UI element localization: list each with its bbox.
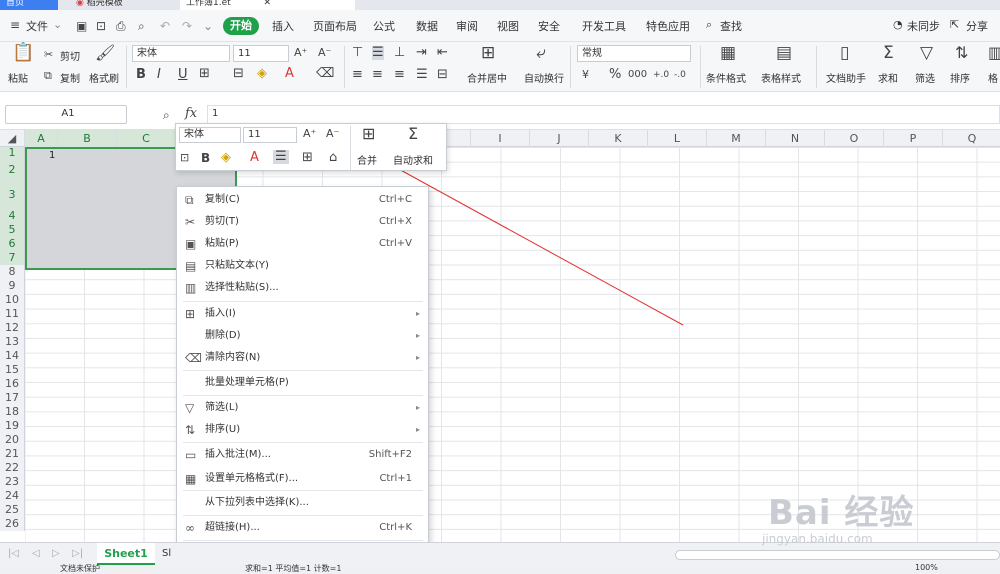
context-item-9[interactable]: ▽ 筛选(L) ▸ [177, 397, 428, 419]
mini-grow-icon[interactable]: A⁺ [303, 127, 316, 141]
submenu-arrow-icon: ▸ [415, 331, 420, 340]
menu-separator [183, 370, 423, 371]
last-sheet-icon[interactable]: ▷| [72, 547, 83, 561]
mini-merge-icon[interactable]: ⊞ [362, 126, 375, 142]
submenu-arrow-icon: ▸ [415, 403, 420, 412]
sheet-tab-next[interactable]: Sl [162, 548, 171, 559]
sort-icon: ⇅ [185, 423, 196, 437]
link-icon: ∞ [185, 521, 195, 535]
context-item-label: 清除内容(N) [205, 352, 261, 363]
shortcut-label: Shift+F2 [368, 449, 412, 460]
paste-icon: ▣ [185, 237, 197, 251]
stats-status: 求和=1 平均值=1 计数=1 [245, 564, 342, 573]
eraser-icon: ⌫ [185, 351, 202, 365]
shortcut-label: Ctrl+C [378, 194, 412, 205]
prev-sheet-icon[interactable]: ◁ [32, 547, 40, 561]
arrow-line [385, 161, 684, 326]
mini-border-icon[interactable]: ⊞ [302, 151, 313, 165]
context-item-6[interactable]: 删除(D) ▸ [177, 325, 428, 347]
context-item-label: 复制(C) [205, 194, 240, 205]
context-item-5[interactable]: ⊞ 插入(I) ▸ [177, 303, 428, 325]
context-item-10[interactable]: ⇅ 排序(U) ▸ [177, 419, 428, 441]
mini-bold-icon[interactable]: B [201, 151, 210, 165]
mini-size-select[interactable]: 11 [243, 127, 297, 143]
shortcut-label: Ctrl+X [378, 216, 412, 227]
baidu-watermark-url: jingyan.baidu.com [762, 532, 873, 546]
mini-format-painter-icon[interactable]: ⌂ [329, 151, 337, 165]
first-sheet-icon[interactable]: |◁ [8, 547, 19, 561]
mini-merge-button[interactable]: 合并 [357, 152, 377, 167]
mini-shrink-icon[interactable]: A⁻ [326, 127, 339, 141]
menu-separator [183, 442, 423, 443]
baidu-watermark: Bai 经验 [768, 493, 915, 533]
context-item-7[interactable]: ⌫ 清除内容(N) ▸ [177, 347, 428, 369]
sheet-tab-sheet1[interactable]: Sheet1 [97, 543, 155, 565]
protect-status[interactable]: 文档未保护 [60, 563, 100, 574]
context-item-11[interactable]: ▭ 插入批注(M)... Shift+F2 [177, 444, 428, 466]
context-item-13[interactable]: 从下拉列表中选择(K)... [177, 492, 428, 514]
context-item-12[interactable]: ▦ 设置单元格格式(F)... Ctrl+1 [177, 468, 428, 490]
context-item-label: 粘贴(P) [205, 238, 239, 249]
filter-icon: ▽ [185, 401, 195, 415]
context-item-label: 筛选(L) [205, 402, 239, 413]
context-item-label: 批量处理单元格(P) [205, 377, 289, 388]
context-item-label: 插入批注(M)... [205, 449, 271, 460]
copy-icon: ⧉ [185, 193, 194, 207]
mini-autosum-button[interactable]: 自动求和 [393, 152, 433, 167]
shortcut-label: Ctrl+1 [379, 473, 412, 484]
menu-separator [183, 301, 423, 302]
context-item-label: 删除(D) [205, 330, 241, 341]
menu-separator [183, 490, 423, 491]
context-item-label: 超链接(H)... [205, 522, 260, 533]
context-item-label: 从下拉列表中选择(K)... [205, 497, 309, 508]
next-sheet-icon[interactable]: ▷ [52, 547, 60, 561]
divider [350, 126, 351, 170]
paste-text-icon: ▤ [185, 259, 197, 273]
context-item-4[interactable]: ▥ 选择性粘贴(S)... [177, 277, 428, 299]
mini-font-color-icon[interactable]: A [250, 151, 259, 165]
shortcut-label: Ctrl+K [379, 522, 412, 533]
mini-sum-icon[interactable]: Σ [408, 126, 418, 142]
context-item-2[interactable]: ▣ 粘贴(P) Ctrl+V [177, 233, 428, 255]
mini-font-select[interactable]: 宋体 [179, 127, 241, 143]
context-item-label: 只粘贴文本(Y) [205, 260, 269, 271]
context-item-1[interactable]: ✂ 剪切(T) Ctrl+X [177, 211, 428, 233]
insert-icon: ⊞ [185, 307, 196, 321]
context-item-14[interactable]: ∞ 超链接(H)... Ctrl+K [177, 517, 428, 539]
submenu-arrow-icon: ▸ [415, 309, 420, 318]
submenu-arrow-icon: ▸ [415, 353, 420, 362]
shortcut-label: Ctrl+V [378, 238, 412, 249]
context-item-label: 设置单元格格式(F)... [205, 473, 299, 484]
context-menu: ⧉ 复制(C) Ctrl+C ✂ 剪切(T) Ctrl+X ▣ 粘贴(P) Ctrl+V ▤ 只粘贴… [176, 186, 429, 564]
context-item-label: 剪切(T) [205, 216, 239, 227]
context-item-0[interactable]: ⧉ 复制(C) Ctrl+C [177, 189, 428, 211]
status-bar: 文档未保护 求和=1 平均值=1 计数=1 100% [0, 563, 1000, 574]
scissors-icon: ✂ [185, 215, 196, 229]
context-item-8[interactable]: 批量处理单元格(P) [177, 372, 428, 394]
mini-fill-icon[interactable]: ◈ [221, 151, 231, 165]
format-cells-icon: ▦ [185, 472, 197, 486]
menu-separator [183, 540, 423, 541]
context-item-3[interactable]: ▤ 只粘贴文本(Y) [177, 255, 428, 277]
menu-separator [183, 515, 423, 516]
context-item-label: 插入(I) [205, 308, 236, 319]
context-item-label: 排序(U) [205, 424, 241, 435]
context-item-label: 选择性粘贴(S)... [205, 282, 279, 293]
horizontal-scrollbar[interactable] [675, 550, 1000, 560]
zoom-level[interactable]: 100% [915, 563, 938, 572]
comment-icon: ▭ [185, 448, 197, 462]
mini-align-icon[interactable]: ☰ [273, 150, 289, 164]
mini-format-icon[interactable]: ⊡ [180, 151, 189, 165]
submenu-arrow-icon: ▸ [415, 425, 420, 434]
menu-separator [183, 395, 423, 396]
mini-toolbar: 宋体 11 A⁺ A⁻ ⊡ B ◈ A ☰ ⊞ ⌂ ⊞ 合并 Σ 自动求和 [175, 123, 447, 171]
paste-special-icon: ▥ [185, 281, 197, 295]
